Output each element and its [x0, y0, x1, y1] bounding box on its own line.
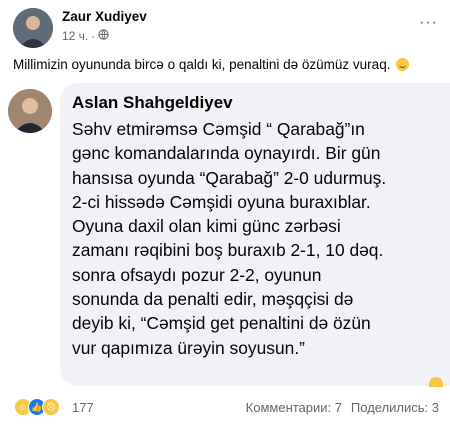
post-text-content: Millimizin oyununda bircə o qaldı ki, pe… [13, 57, 391, 72]
card-line: vur qapımıza ürəyin soyusun.” [72, 337, 305, 358]
globe-icon [98, 29, 109, 43]
card-line: sonunda da penalti edir, məşqçisi də [72, 289, 354, 310]
card-line: sonra ofsaydı pozur 2-2, oyunun [72, 264, 322, 285]
card-line: Oyuna daxil olan kimi günc zərbəsi [72, 216, 341, 237]
smile-emoji-icon [396, 58, 410, 71]
post-text: Millimizin oyununda bircə o qaldı ki, pe… [13, 57, 410, 72]
card-line: Səhv etmirəmsə Cəmşid “ Qarabağ”ın [72, 119, 365, 139]
card-line: 2-ci hissədə Cəmşidi oyuna buraxıblar. [72, 191, 371, 212]
laughing-emoji-icon [429, 377, 443, 387]
author-name[interactable]: Zaur Xudiyev [62, 9, 147, 24]
card-line: gənc komandalarında oynayırdı. Bir gün [72, 143, 381, 164]
card-line: hansısa oyunda “Qarabağ” 2-0 udurmuş. [72, 167, 387, 188]
card-author-name: Aslan Shahgeldiyev [72, 93, 233, 112]
meta-separator: · [91, 29, 96, 43]
card-author-avatar [8, 89, 52, 133]
reaction-count[interactable]: 177 [72, 400, 94, 415]
card-line: deyib ki, “Cəmşid get penaltini də özün [72, 313, 371, 334]
shares-link[interactable]: Поделились: 3 [351, 400, 439, 415]
comments-link[interactable]: Комментарии: 7 [246, 400, 342, 415]
card-body: Səhv etmirəmsə Cəmşid “ Qarabağ”ın gənc … [72, 117, 447, 360]
sad-reaction-icon: ☹ [42, 398, 60, 416]
author-avatar[interactable] [13, 8, 53, 48]
post-meta: 12 ч. · [62, 29, 109, 43]
post-time[interactable]: 12 ч. [62, 29, 88, 43]
post-footer: ☺ 👍 ☹ 177 Комментарии: 7 Поделились: 3 [0, 392, 450, 426]
reactions[interactable]: ☺ 👍 ☹ [14, 398, 60, 416]
more-options-button[interactable]: ··· [419, 14, 438, 32]
card-line: zamanı rəqibini boş buraxıb 2-1, 10 dəq. [72, 240, 384, 261]
